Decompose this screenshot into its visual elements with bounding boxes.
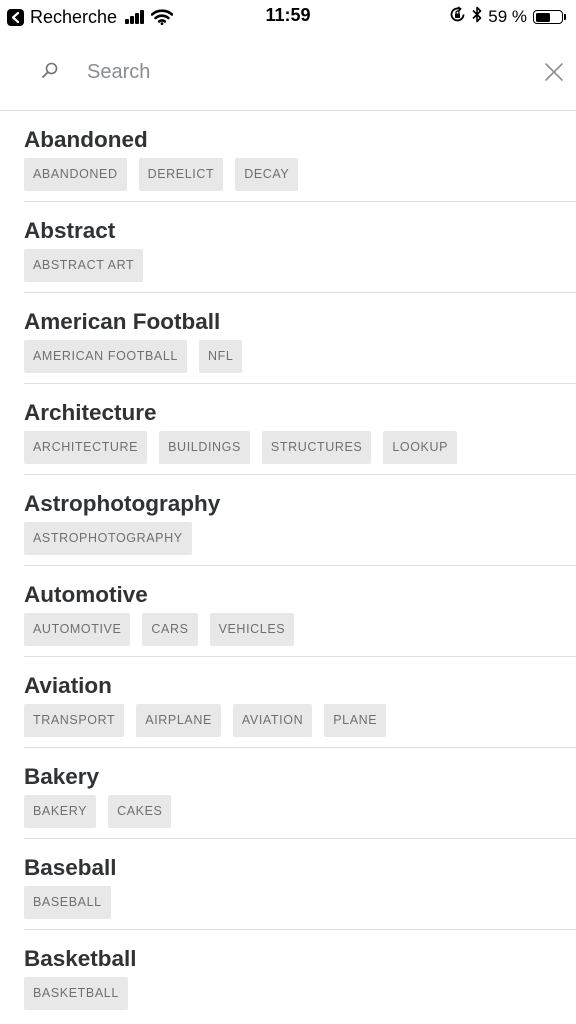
- tag-chip[interactable]: ARCHITECTURE: [24, 431, 148, 464]
- battery-percentage: 59 %: [488, 7, 527, 26]
- tag-chip[interactable]: AIRPLANE: [136, 704, 221, 737]
- category-item: Architecture ARCHITECTURE BUILDINGS STRUCTU…: [24, 384, 576, 475]
- close-icon[interactable]: [543, 61, 565, 83]
- category-title[interactable]: Abandoned: [24, 127, 148, 153]
- tag-chip[interactable]: STRUCTURES: [261, 431, 372, 464]
- tag-chip[interactable]: DERELICT: [138, 158, 224, 191]
- tag-chip[interactable]: BAKERY: [24, 795, 97, 828]
- tag-chip[interactable]: AMERICAN FOOTBALL: [24, 340, 187, 373]
- tag-chip[interactable]: NFL: [198, 340, 243, 373]
- tag-row: BASEBALL: [24, 886, 123, 919]
- category-title[interactable]: Basketball: [24, 946, 137, 972]
- tag-row: BAKERY CAKES: [24, 795, 183, 828]
- category-title[interactable]: Abstract: [24, 218, 115, 244]
- category-title[interactable]: Astrophotography: [24, 491, 220, 517]
- category-title[interactable]: Bakery: [24, 764, 99, 790]
- tag-chip[interactable]: ABSTRACT ART: [24, 249, 144, 282]
- orientation-lock-icon: [449, 6, 466, 28]
- category-item: Automotive AUTOMOTIVE CARS VEHICLES: [24, 566, 576, 657]
- tag-chip[interactable]: CARS: [142, 613, 198, 646]
- battery-icon: [533, 10, 563, 24]
- category-title[interactable]: Aviation: [24, 673, 112, 699]
- category-title[interactable]: American Football: [24, 309, 220, 335]
- tag-row: AMERICAN FOOTBALL NFL: [24, 340, 254, 373]
- tag-chip[interactable]: AUTOMOTIVE: [24, 613, 131, 646]
- status-bar-right: 59 %: [443, 6, 566, 28]
- battery-cap: [564, 14, 566, 20]
- tag-chip[interactable]: BASEBALL: [24, 886, 111, 919]
- tag-chip[interactable]: BUILDINGS: [159, 431, 250, 464]
- category-item: Basketball BASKETBALL: [24, 930, 576, 1021]
- category-item: Abandoned ABANDONED DERELICT DECAY: [24, 111, 576, 202]
- tag-chip[interactable]: ASTROPHOTOGRAPHY: [24, 522, 192, 555]
- category-title[interactable]: Automotive: [24, 582, 148, 608]
- search-icon: [40, 61, 60, 81]
- tag-row: BASKETBALL: [24, 977, 140, 1010]
- tag-chip[interactable]: PLANE: [324, 704, 387, 737]
- category-item: Bakery BAKERY CAKES: [24, 748, 576, 839]
- tag-chip[interactable]: ABANDONED: [24, 158, 127, 191]
- tag-chip[interactable]: CAKES: [108, 795, 172, 828]
- tag-chip[interactable]: BASKETBALL: [24, 977, 128, 1010]
- tag-chip[interactable]: DECAY: [235, 158, 299, 191]
- category-title[interactable]: Baseball: [24, 855, 117, 881]
- tag-chip[interactable]: VEHICLES: [209, 613, 295, 646]
- bluetooth-icon: [472, 6, 482, 28]
- category-title[interactable]: Architecture: [24, 400, 157, 426]
- category-item: American Football AMERICAN FOOTBALL NFL: [24, 293, 576, 384]
- tag-chip[interactable]: LOOKUP: [383, 431, 458, 464]
- search-input[interactable]: [87, 54, 487, 90]
- tag-chip[interactable]: AVIATION: [232, 704, 313, 737]
- status-bar: Recherche 11:59 59 %: [0, 0, 576, 34]
- tag-row: AUTOMOTIVE CARS VEHICLES: [24, 613, 306, 646]
- category-item: Abstract ABSTRACT ART: [24, 202, 576, 293]
- tag-row: ABSTRACT ART: [24, 249, 155, 282]
- category-list: Abandoned ABANDONED DERELICT DECAY Abstract A…: [0, 111, 576, 1021]
- category-item: Baseball BASEBALL: [24, 839, 576, 930]
- search-bar: [0, 34, 576, 111]
- category-item: Aviation TRANSPORT AIRPLANE AVIATION PLANE: [24, 657, 576, 748]
- battery-fill: [535, 12, 551, 22]
- tag-chip[interactable]: TRANSPORT: [24, 704, 125, 737]
- tag-row: ABANDONED DERELICT DECAY: [24, 158, 310, 191]
- tag-row: ARCHITECTURE BUILDINGS STRUCTURES LOOKUP: [24, 431, 469, 464]
- category-item: Astrophotography ASTROPHOTOGRAPHY: [24, 475, 576, 566]
- tag-row: ASTROPHOTOGRAPHY: [24, 522, 204, 555]
- tag-row: TRANSPORT AIRPLANE AVIATION PLANE: [24, 704, 398, 737]
